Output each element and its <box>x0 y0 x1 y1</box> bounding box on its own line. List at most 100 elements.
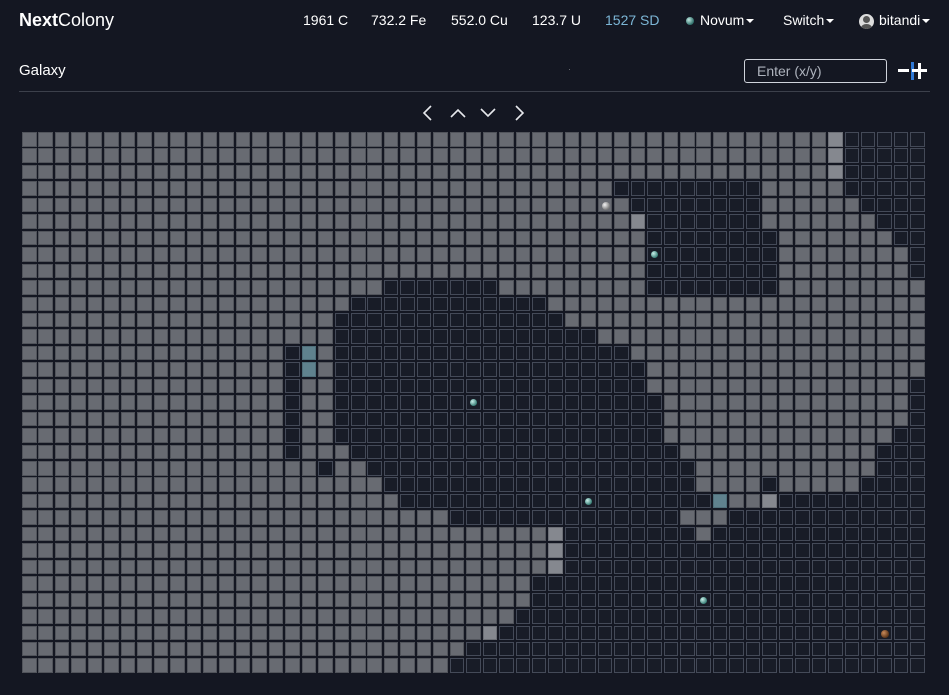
map-tile[interactable] <box>729 526 744 542</box>
map-tile[interactable] <box>301 214 317 229</box>
map-tile[interactable] <box>811 164 827 180</box>
map-tile[interactable] <box>860 543 876 558</box>
map-tile[interactable] <box>696 247 711 262</box>
map-tile[interactable] <box>531 510 547 525</box>
map-tile[interactable] <box>680 230 695 246</box>
map-tile[interactable] <box>844 148 859 163</box>
map-tile[interactable] <box>285 411 300 427</box>
map-tile[interactable] <box>318 296 333 311</box>
map-tile[interactable] <box>581 477 596 492</box>
map-tile[interactable] <box>170 247 185 262</box>
map-tile[interactable] <box>844 609 859 624</box>
map-tile[interactable] <box>170 378 185 394</box>
map-tile[interactable] <box>844 428 859 443</box>
map-tile[interactable] <box>548 312 563 328</box>
map-tile[interactable] <box>334 148 350 163</box>
map-tile[interactable] <box>466 230 481 246</box>
map-tile[interactable] <box>877 461 892 476</box>
map-tile[interactable] <box>400 576 415 591</box>
map-tile[interactable] <box>433 296 448 311</box>
map-tile[interactable] <box>219 510 234 525</box>
map-tile[interactable] <box>614 592 629 608</box>
map-tile[interactable] <box>235 329 251 344</box>
map-tile[interactable] <box>893 263 909 279</box>
map-tile[interactable] <box>219 526 234 542</box>
map-tile[interactable] <box>893 132 909 147</box>
map-tile[interactable] <box>38 395 53 410</box>
map-tile[interactable] <box>466 197 481 213</box>
map-tile[interactable] <box>581 625 596 640</box>
map-tile[interactable] <box>696 444 711 460</box>
map-tile[interactable] <box>597 444 613 460</box>
map-tile[interactable] <box>515 230 530 246</box>
map-tile[interactable] <box>367 148 382 163</box>
map-tile[interactable] <box>795 362 810 377</box>
map-tile[interactable] <box>153 197 169 213</box>
map-tile[interactable] <box>811 345 827 361</box>
map-tile[interactable] <box>351 280 366 295</box>
map-tile[interactable] <box>186 197 201 213</box>
map-tile[interactable] <box>301 181 317 196</box>
map-tile[interactable] <box>597 493 613 509</box>
map-tile[interactable] <box>416 263 432 279</box>
map-tile[interactable] <box>466 477 481 492</box>
planet-rocky-icon[interactable] <box>601 201 610 210</box>
map-tile[interactable] <box>614 543 629 558</box>
map-tile[interactable] <box>581 296 596 311</box>
map-tile[interactable] <box>153 526 169 542</box>
map-tile[interactable] <box>910 181 925 196</box>
map-tile[interactable] <box>416 329 432 344</box>
map-tile[interactable] <box>828 345 843 361</box>
map-tile[interactable] <box>581 592 596 608</box>
map-tile[interactable] <box>893 559 909 575</box>
map-tile[interactable] <box>104 312 119 328</box>
map-tile[interactable] <box>795 230 810 246</box>
map-tile[interactable] <box>235 559 251 575</box>
map-tile[interactable] <box>466 510 481 525</box>
map-tile[interactable] <box>531 526 547 542</box>
map-tile[interactable] <box>71 444 86 460</box>
map-tile[interactable] <box>680 247 695 262</box>
map-tile[interactable] <box>235 197 251 213</box>
map-tile[interactable] <box>877 312 892 328</box>
map-tile[interactable] <box>877 543 892 558</box>
map-tile[interactable] <box>548 197 563 213</box>
map-tile[interactable] <box>268 329 284 344</box>
map-tile[interactable] <box>186 345 201 361</box>
map-tile[interactable] <box>663 362 679 377</box>
map-tile[interactable] <box>828 329 843 344</box>
map-tile[interactable] <box>400 345 415 361</box>
map-tile[interactable] <box>318 362 333 377</box>
map-tile[interactable] <box>87 411 103 427</box>
map-tile[interactable] <box>449 493 465 509</box>
map-tile[interactable] <box>795 592 810 608</box>
map-tile[interactable] <box>186 526 201 542</box>
map-tile[interactable] <box>22 477 37 492</box>
map-tile[interactable] <box>893 411 909 427</box>
map-tile[interactable] <box>482 296 498 311</box>
map-tile[interactable] <box>433 312 448 328</box>
map-tile[interactable] <box>383 444 399 460</box>
map-tile[interactable] <box>762 510 777 525</box>
map-tile[interactable] <box>548 526 563 542</box>
map-tile[interactable] <box>54 378 70 394</box>
map-tile[interactable] <box>38 592 53 608</box>
map-tile[interactable] <box>877 493 892 509</box>
map-tile[interactable] <box>712 214 728 229</box>
map-tile[interactable] <box>499 247 514 262</box>
map-tile[interactable] <box>811 493 827 509</box>
map-tile[interactable] <box>482 148 498 163</box>
map-tile[interactable] <box>400 362 415 377</box>
map-tile[interactable] <box>531 543 547 558</box>
map-tile[interactable] <box>71 592 86 608</box>
map-tile[interactable] <box>137 181 152 196</box>
map-tile[interactable] <box>811 312 827 328</box>
map-tile[interactable] <box>581 641 596 657</box>
map-tile[interactable] <box>38 444 53 460</box>
map-tile[interactable] <box>301 526 317 542</box>
map-tile[interactable] <box>860 132 876 147</box>
map-tile[interactable] <box>729 280 744 295</box>
map-tile[interactable] <box>383 164 399 180</box>
map-tile[interactable] <box>383 378 399 394</box>
map-tile[interactable] <box>351 148 366 163</box>
